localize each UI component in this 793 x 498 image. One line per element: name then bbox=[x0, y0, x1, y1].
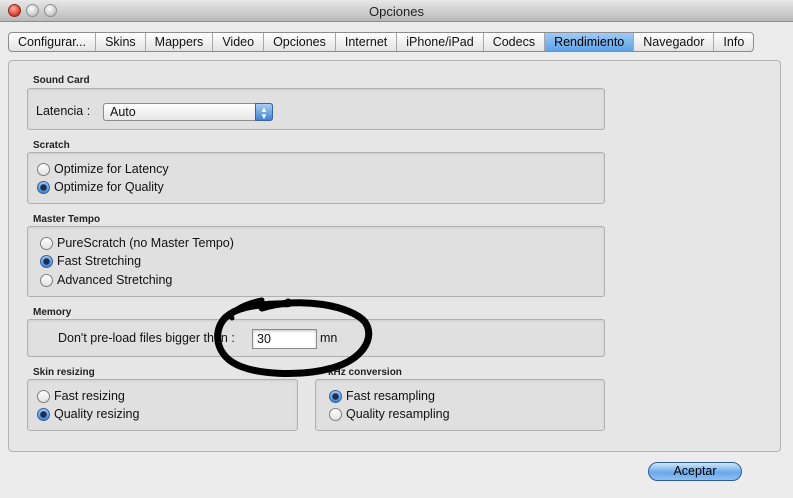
updown-arrows-icon: ▲ ▼ bbox=[255, 103, 273, 121]
tab-skins[interactable]: Skins bbox=[96, 33, 146, 51]
tab-video[interactable]: Video bbox=[213, 33, 265, 51]
memory-unit-label: mn bbox=[320, 331, 338, 345]
radio-advanced-stretching[interactable]: Advanced Stretching bbox=[40, 273, 172, 287]
radio-quality-resampling[interactable]: Quality resampling bbox=[329, 407, 450, 421]
radio-label: Advanced Stretching bbox=[57, 273, 173, 287]
radio-button-icon bbox=[329, 407, 342, 421]
latency-label: Latencia : bbox=[36, 104, 91, 118]
radio-label: Quality resampling bbox=[346, 407, 450, 421]
radio-fast-resampling[interactable]: Fast resampling bbox=[329, 389, 435, 403]
scratch-group bbox=[27, 152, 605, 204]
radio-button-icon bbox=[40, 236, 53, 250]
skin-resizing-title: Skin resizing bbox=[33, 367, 95, 378]
radio-label: Fast resampling bbox=[346, 389, 435, 403]
latency-value: Auto bbox=[110, 105, 136, 119]
accept-button[interactable]: Aceptar bbox=[648, 462, 742, 481]
radio-button-icon bbox=[37, 180, 50, 194]
tab-mappers[interactable]: Mappers bbox=[146, 33, 214, 51]
radio-purescratch[interactable]: PureScratch (no Master Tempo) bbox=[40, 236, 234, 250]
scratch-title: Scratch bbox=[33, 140, 70, 151]
radio-fast-stretching[interactable]: Fast Stretching bbox=[40, 254, 141, 268]
memory-title: Memory bbox=[33, 307, 72, 318]
radio-button-icon bbox=[37, 407, 50, 421]
radio-fast-resizing[interactable]: Fast resizing bbox=[37, 389, 125, 403]
tab-bar: Configurar... Skins Mappers Video Opcion… bbox=[8, 32, 755, 52]
tab-navegador[interactable]: Navegador bbox=[634, 33, 715, 51]
radio-optimize-quality[interactable]: Optimize for Quality bbox=[37, 180, 164, 194]
tab-rendimiento[interactable]: Rendimiento bbox=[545, 33, 635, 51]
tab-codecs[interactable]: Codecs bbox=[484, 33, 546, 51]
title-bar: Opciones bbox=[0, 0, 793, 22]
radio-label: PureScratch (no Master Tempo) bbox=[57, 236, 234, 250]
tab-info[interactable]: Info bbox=[714, 33, 753, 51]
tab-internet[interactable]: Internet bbox=[336, 33, 398, 51]
radio-label: Optimize for Quality bbox=[54, 180, 164, 194]
memory-size-input[interactable]: 30 bbox=[252, 329, 317, 349]
sound-card-title: Sound Card bbox=[33, 75, 90, 86]
radio-button-icon bbox=[37, 162, 50, 176]
radio-button-icon bbox=[37, 389, 50, 403]
radio-label: Optimize for Latency bbox=[54, 162, 169, 176]
radio-label: Fast Stretching bbox=[57, 254, 142, 268]
conversion-title: kHz conversion bbox=[328, 367, 402, 378]
conversion-group bbox=[315, 379, 605, 431]
radio-button-icon bbox=[329, 389, 342, 403]
radio-label: Fast resizing bbox=[54, 389, 125, 403]
memory-label: Don't pre-load files bigger than : bbox=[58, 331, 235, 345]
tab-opciones[interactable]: Opciones bbox=[264, 33, 336, 51]
master-tempo-title: Master Tempo bbox=[33, 214, 101, 225]
radio-label: Quality resizing bbox=[54, 407, 140, 421]
radio-optimize-latency[interactable]: Optimize for Latency bbox=[37, 162, 169, 176]
window-title: Opciones bbox=[369, 4, 424, 19]
tab-configurar[interactable]: Configurar... bbox=[9, 33, 97, 51]
radio-button-icon bbox=[40, 254, 53, 268]
tab-iphone-ipad[interactable]: iPhone/iPad bbox=[397, 33, 484, 51]
radio-quality-resizing[interactable]: Quality resizing bbox=[37, 407, 139, 421]
latency-select[interactable]: Auto ▲ ▼ bbox=[103, 103, 273, 121]
radio-button-icon bbox=[40, 273, 53, 287]
skin-resizing-group bbox=[27, 379, 298, 431]
